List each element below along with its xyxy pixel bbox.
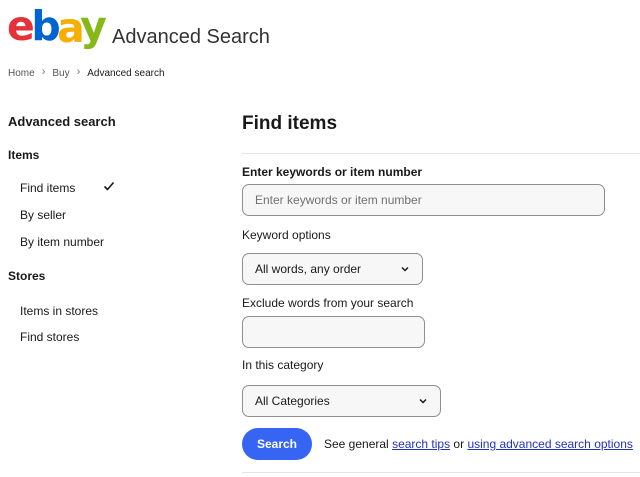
chevron-right-icon: ›: [41, 66, 46, 78]
tips-middle: or: [450, 437, 468, 451]
sidebar-section-stores: Stores: [8, 269, 46, 283]
category-label: In this category: [242, 358, 324, 372]
sidebar-section-items: Items: [8, 148, 40, 162]
search-tips-text: See general search tips or using advance…: [324, 437, 633, 451]
chevron-right-icon: ›: [76, 66, 81, 78]
exclude-words-label: Exclude words from your search: [242, 296, 414, 310]
sidebar-item-find-items[interactable]: Find items: [20, 181, 75, 195]
sidebar-item-find-stores[interactable]: Find stores: [20, 330, 79, 344]
breadcrumb-advanced-search: Advanced search: [87, 67, 165, 79]
sidebar-heading: Advanced search: [8, 114, 116, 129]
keyword-options-select[interactable]: All words, any order: [242, 253, 423, 285]
advanced-search-options-link[interactable]: using advanced search options: [467, 437, 632, 451]
chevron-down-icon: [401, 266, 409, 272]
sidebar-item-items-in-stores[interactable]: Items in stores: [20, 304, 98, 318]
keywords-input[interactable]: [242, 184, 605, 216]
search-row: Search See general search tips or using …: [242, 428, 633, 460]
divider: [242, 472, 640, 473]
breadcrumb-home[interactable]: Home: [8, 68, 35, 79]
checkmark-icon: [103, 181, 115, 191]
search-button[interactable]: Search: [242, 428, 312, 460]
chevron-down-icon: [419, 398, 427, 404]
sidebar-item-by-item-number[interactable]: By item number: [20, 235, 104, 249]
keyword-options-value: All words, any order: [255, 262, 362, 276]
exclude-words-input[interactable]: [242, 316, 425, 348]
breadcrumb: Home › Buy › Advanced search: [8, 66, 165, 79]
ebay-logo[interactable]: ebay: [7, 6, 107, 49]
category-value: All Categories: [255, 394, 330, 408]
tips-prefix: See general: [324, 437, 393, 451]
section-title: Find items: [242, 113, 338, 134]
divider: [242, 153, 640, 154]
main-content: Find items Enter keywords or item number…: [242, 0, 640, 477]
keywords-label: Enter keywords or item number: [242, 165, 423, 179]
category-select[interactable]: All Categories: [242, 385, 441, 417]
breadcrumb-buy[interactable]: Buy: [52, 68, 69, 79]
sidebar-item-by-seller[interactable]: By seller: [20, 208, 66, 222]
keyword-options-label: Keyword options: [242, 228, 331, 242]
search-tips-link[interactable]: search tips: [392, 437, 450, 451]
